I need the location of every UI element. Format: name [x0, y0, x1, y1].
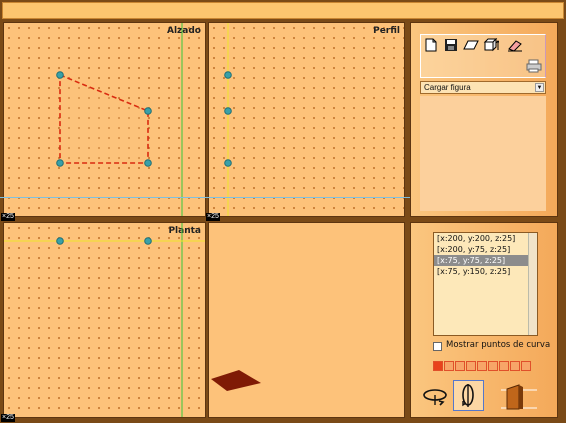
color-swatch[interactable]: [477, 361, 487, 371]
figure-outline: [59, 73, 149, 164]
figure-select-value: Cargar figura: [424, 83, 471, 92]
show-curve-points-label: Mostrar puntos de curva: [446, 340, 551, 350]
vertex-point: [224, 71, 232, 79]
vertex-point: [56, 237, 64, 245]
show-curve-points-checkbox[interactable]: [433, 342, 442, 351]
perspective-canvas[interactable]: [209, 223, 405, 418]
vertex-point: [144, 159, 152, 167]
alzado-view[interactable]: Alzado: [3, 22, 206, 217]
parallelogram-icon[interactable]: [463, 37, 479, 53]
perfil-zoom-label: ×25: [206, 213, 220, 221]
points-panel: [x:200, y:200, z:25] [x:200, y:75, z:25]…: [410, 222, 558, 418]
vertex-point: [144, 107, 152, 115]
door-icon[interactable]: [501, 383, 537, 411]
color-swatch[interactable]: [455, 361, 465, 371]
color-swatch[interactable]: [444, 361, 454, 371]
title-bar: [2, 2, 564, 19]
vertex-point: [56, 71, 64, 79]
color-swatch[interactable]: [488, 361, 498, 371]
figure-preview-area: [420, 96, 546, 211]
list-scrollbar[interactable]: [528, 233, 537, 335]
planta-zoom-label: ×25: [1, 414, 15, 422]
planta-canvas[interactable]: [4, 223, 206, 418]
perfil-view[interactable]: Perfil: [208, 22, 405, 217]
alzado-canvas[interactable]: [4, 23, 206, 217]
color-swatch[interactable]: [499, 361, 509, 371]
tools-panel: Cargar figura ▼: [410, 22, 558, 217]
rotate-icon[interactable]: [421, 383, 449, 407]
alzado-zoom-label: ×25: [1, 213, 15, 221]
extrude-icon[interactable]: [483, 37, 499, 53]
list-item[interactable]: [x:200, y:75, z:25]: [434, 244, 537, 255]
eraser-icon[interactable]: [507, 37, 523, 53]
color-swatch-selected[interactable]: [433, 361, 443, 371]
vertex-point: [144, 237, 152, 245]
planta-view[interactable]: Planta: [3, 222, 206, 418]
vertex-point: [224, 107, 232, 115]
points-list[interactable]: [x:200, y:200, z:25] [x:200, y:75, z:25]…: [433, 232, 538, 336]
horizontal-axis-line: [0, 197, 410, 198]
color-swatch[interactable]: [521, 361, 531, 371]
rotate-axis-icon[interactable]: [453, 380, 484, 411]
vertex-point: [56, 159, 64, 167]
save-icon[interactable]: [443, 37, 459, 53]
perfil-canvas[interactable]: [209, 23, 405, 217]
figure-select[interactable]: Cargar figura ▼: [420, 81, 546, 94]
color-swatch[interactable]: [510, 361, 520, 371]
perspective-view[interactable]: [208, 222, 405, 418]
color-swatch[interactable]: [466, 361, 476, 371]
new-file-icon[interactable]: [423, 37, 439, 53]
chevron-down-icon[interactable]: ▼: [535, 83, 544, 92]
list-item[interactable]: [x:75, y:150, z:25]: [434, 266, 537, 277]
list-item[interactable]: [x:200, y:200, z:25]: [434, 233, 537, 244]
list-item-selected[interactable]: [x:75, y:75, z:25]: [434, 255, 537, 266]
vertex-point: [224, 159, 232, 167]
figure-3d-shape: [211, 370, 261, 391]
print-icon[interactable]: [526, 58, 542, 74]
